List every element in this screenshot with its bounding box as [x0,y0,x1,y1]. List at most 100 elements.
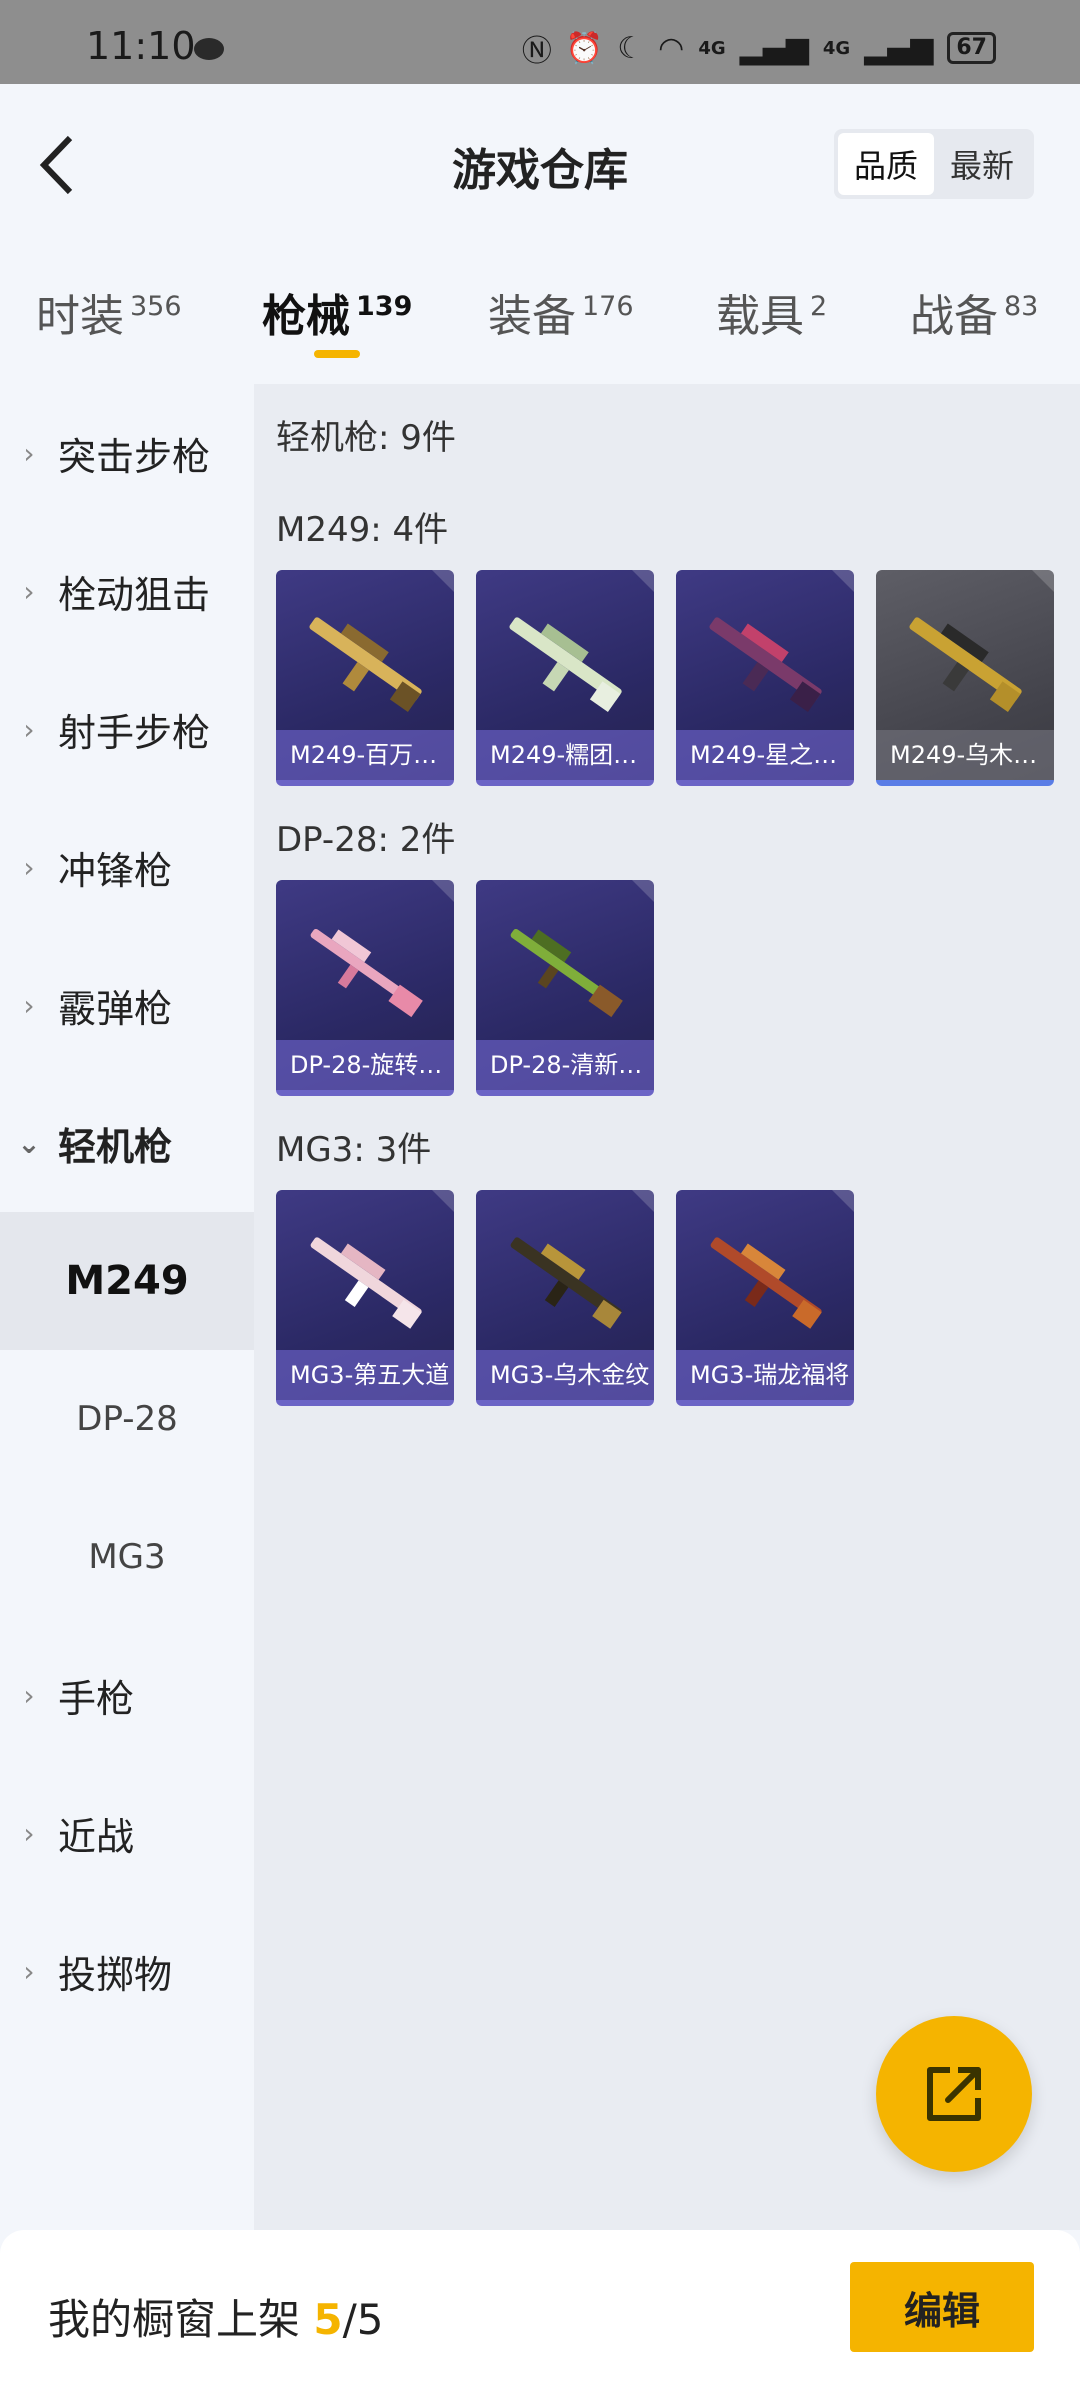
tab-equipment[interactable]: 装备 176 [488,280,634,344]
sidebar-item-label: 霰弹枪 [58,986,173,1031]
sidebar-item-label: 栓动狙击 [58,572,211,617]
tab-label: 时装 [36,291,124,342]
chevron-right-icon: › [23,1678,35,1712]
category-summary: 轻机枪: 9件 [276,418,456,458]
chevron-right-icon: › [23,712,35,746]
gun-icon [510,928,623,1018]
alarm-icon: ⏰ [565,30,604,66]
active-tab-indicator [314,350,360,358]
skin-card[interactable]: DP-28-清新… [476,880,654,1096]
group-title-mg3: MG3: 3件 [276,1130,432,1170]
chevron-right-icon: › [23,988,35,1022]
bottom-bar: 我的橱窗上架 5/5 编辑 [0,2230,1080,2390]
card-corner [632,880,654,902]
card-name: M249-星之… [676,730,854,780]
chevron-down-icon: ⌄ [17,1126,41,1160]
gun-icon [909,617,1022,713]
skin-card[interactable]: MG3-瑞龙福将 [676,1190,854,1406]
sidebar-subitem-mg3[interactable]: MG3 [0,1488,254,1626]
inventory-content: 轻机枪: 9件 M249: 4件 M249-百万… M249-糯团… M249-… [254,384,1080,2230]
tab-fashion[interactable]: 时装 356 [36,280,182,344]
card-corner [432,570,454,592]
card-corner [832,1190,854,1212]
tab-count: 176 [582,291,634,322]
chevron-right-icon: › [23,574,35,608]
tab-supplies[interactable]: 战备 83 [910,280,1038,344]
wifi-icon: ◠ [658,30,685,66]
sidebar-item-throwables[interactable]: › 投掷物 [0,1902,254,2040]
chevron-right-icon: › [23,1954,35,1988]
sidebar-item-label: 突击步枪 [58,434,211,479]
skin-card[interactable]: M249-乌木… [876,570,1054,786]
skin-card[interactable]: M249-星之… [676,570,854,786]
card-name: M249-乌木… [876,730,1054,780]
battery-icon: 67 [947,32,996,64]
wechat-icon [194,38,224,60]
tab-count: 2 [810,291,828,322]
tab-label: 载具 [716,291,804,342]
card-name: DP-28-旋转… [276,1040,454,1090]
sort-quality-button[interactable]: 品质 [838,133,934,195]
tab-vehicles[interactable]: 载具 2 [716,280,827,344]
sidebar-item-lmg[interactable]: ⌄ 轻机枪 [0,1074,254,1212]
tab-count: 83 [1004,291,1039,322]
chevron-right-icon: › [23,850,35,884]
gun-icon [509,617,622,713]
nfc-icon: Ⓝ [521,34,552,69]
sidebar-item-smg[interactable]: › 冲锋枪 [0,798,254,936]
skin-card[interactable]: MG3-乌木金纹 [476,1190,654,1406]
sidebar-item-label: 近战 [58,1814,135,1859]
card-corner [632,570,654,592]
moon-icon: ☾ [617,30,645,66]
card-name: MG3-乌木金纹 [476,1350,654,1400]
sidebar-item-bolt-sniper[interactable]: › 栓动狙击 [0,522,254,660]
gun-icon [709,617,822,713]
status-bar: 11:10 Ⓝ ⏰ ☾ ◠ 4G ▂▄▆ 4G ▂▄▆ 67 [0,0,1080,84]
tab-label: 战备 [910,291,998,342]
sidebar-item-shotgun[interactable]: › 霰弹枪 [0,936,254,1074]
showcase-label: 我的橱窗上架 [48,2295,301,2344]
gun-icon [309,617,422,713]
sidebar-item-assault-rifle[interactable]: › 突击步枪 [0,384,254,522]
sidebar-item-melee[interactable]: › 近战 [0,1764,254,1902]
card-name: M249-百万… [276,730,454,780]
showcase-total: /5 [342,2295,384,2344]
sidebar-subitem-m249[interactable]: M249 [0,1212,254,1350]
showcase-count: 5 [313,2295,343,2344]
tab-label: 枪械 [262,291,350,342]
gun-icon [310,1237,422,1329]
gun-icon [510,1237,622,1329]
card-name: MG3-第五大道 [276,1350,454,1400]
sidebar-item-label: 投掷物 [58,1952,173,1997]
header: 游戏仓库 品质 最新 [0,84,1080,244]
skin-card[interactable]: DP-28-旋转… [276,880,454,1096]
sidebar-item-marksman-rifle[interactable]: › 射手步枪 [0,660,254,798]
group-title-dp28: DP-28: 2件 [276,820,456,860]
skin-card[interactable]: M249-糯团… [476,570,654,786]
skin-card[interactable]: MG3-第五大道 [276,1190,454,1406]
skin-card[interactable]: M249-百万… [276,570,454,786]
gun-icon [710,1237,822,1329]
card-name: DP-28-清新… [476,1040,654,1090]
chevron-right-icon: › [23,1816,35,1850]
tab-guns[interactable]: 枪械 139 [262,280,412,344]
sort-newest-button[interactable]: 最新 [934,133,1030,195]
signal-2-label: 4G [822,37,851,59]
signal-1-label: 4G [698,37,726,59]
sidebar-item-label: 手枪 [58,1676,135,1721]
card-corner [432,880,454,902]
card-corner [1032,570,1054,592]
signal-2-icon: ▂▄▆ [864,30,934,66]
sidebar: › 突击步枪 › 栓动狙击 › 射手步枪 › 冲锋枪 › 霰弹枪 ⌄ 轻机枪 M249 DP… [0,384,254,2230]
card-corner [832,570,854,592]
sidebar-item-pistol[interactable]: › 手枪 [0,1626,254,1764]
share-export-icon [927,2067,981,2121]
sidebar-item-label: 射手步枪 [58,710,211,755]
tab-label: 装备 [488,291,576,342]
category-tabs: 时装 356 枪械 139 装备 176 载具 2 战备 83 [0,244,1080,384]
tab-count: 356 [130,291,182,322]
edit-button[interactable]: 编辑 [850,2262,1034,2352]
status-icons: Ⓝ ⏰ ☾ ◠ 4G ▂▄▆ 4G ▂▄▆ 67 [522,26,996,70]
sidebar-subitem-dp28[interactable]: DP-28 [0,1350,254,1488]
share-button[interactable] [876,2016,1032,2172]
